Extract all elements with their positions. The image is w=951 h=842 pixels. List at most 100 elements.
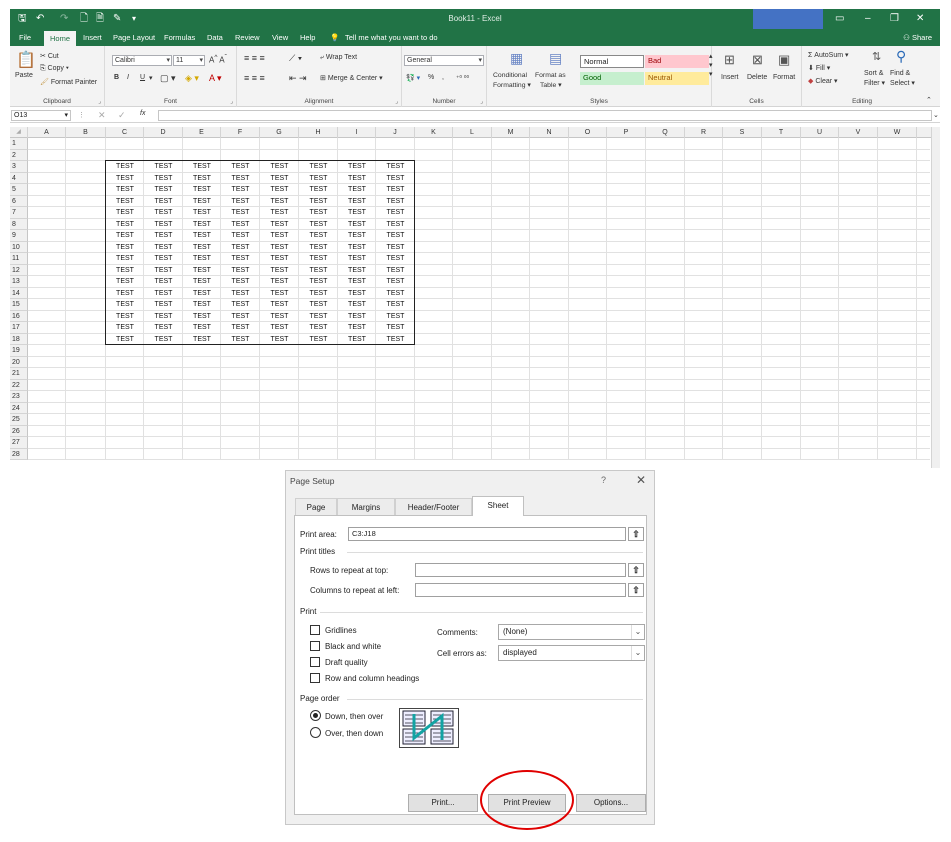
column-header[interactable]: Q: [646, 127, 685, 138]
column-header[interactable]: T: [762, 127, 801, 138]
font-name-select[interactable]: Calibri ▾: [112, 55, 172, 66]
format-as-table-button[interactable]: Format as: [535, 72, 566, 79]
clear-button[interactable]: ◆ Clear ▾: [808, 77, 838, 85]
tab-data[interactable]: Data: [207, 33, 223, 42]
dialog-close-button[interactable]: ✕: [636, 473, 646, 487]
style-neutral[interactable]: Neutral: [645, 72, 709, 85]
comma-button[interactable]: ,: [442, 74, 444, 81]
insert-button[interactable]: Insert: [721, 74, 739, 81]
row-header[interactable]: 17: [10, 322, 28, 334]
expand-formula-icon[interactable]: ⌄: [933, 111, 939, 119]
row-header[interactable]: 3: [10, 161, 28, 173]
tab-margins[interactable]: Margins: [337, 498, 395, 515]
print-button[interactable]: Print...: [408, 794, 478, 812]
top-align-icon[interactable]: ≡ ≡ ≡: [244, 53, 265, 63]
column-header[interactable]: V: [839, 127, 878, 138]
font-size-select[interactable]: 11 ▾: [173, 55, 205, 66]
column-header[interactable]: O: [569, 127, 607, 138]
format-painter-button[interactable]: 🖌 Format Painter: [40, 78, 97, 86]
select-all-corner[interactable]: ◢: [10, 127, 28, 138]
column-header[interactable]: E: [183, 127, 221, 138]
account-box[interactable]: [753, 9, 823, 29]
style-good[interactable]: Good: [580, 72, 644, 85]
print-icon[interactable]: 🗎: [96, 13, 104, 25]
tell-me-box[interactable]: Tell me what you want to do: [345, 33, 438, 42]
italic-button[interactable]: I: [127, 74, 129, 81]
cols-repeat-collapse-icon[interactable]: ⇧: [628, 583, 644, 597]
cancel-entry-icon[interactable]: ✕: [98, 110, 106, 121]
column-header[interactable]: H: [299, 127, 338, 138]
row-header[interactable]: 24: [10, 402, 28, 414]
underline-button[interactable]: U: [140, 74, 145, 81]
sort-filter-button[interactable]: Sort &: [864, 70, 883, 77]
row-header[interactable]: 28: [10, 448, 28, 460]
row-header[interactable]: 6: [10, 195, 28, 207]
tab-page[interactable]: Page: [295, 498, 337, 515]
row-header[interactable]: 26: [10, 425, 28, 437]
comments-select[interactable]: (None) ⌄: [498, 624, 645, 640]
column-header[interactable]: S: [723, 127, 762, 138]
column-header[interactable]: N: [530, 127, 569, 138]
clipboard-launcher-icon[interactable]: ⌟: [98, 98, 101, 105]
column-header[interactable]: P: [607, 127, 646, 138]
indent-icon[interactable]: ⇤ ⇥: [289, 73, 307, 84]
print-area-collapse-icon[interactable]: ⇧: [628, 527, 644, 541]
row-header[interactable]: 21: [10, 368, 28, 380]
number-format-select[interactable]: General ▾: [404, 55, 484, 66]
find-icon[interactable]: ⚲: [896, 48, 906, 65]
row-header[interactable]: 23: [10, 391, 28, 403]
column-header[interactable]: U: [801, 127, 839, 138]
paste-icon[interactable]: 📋: [16, 50, 36, 70]
row-header[interactable]: 7: [10, 207, 28, 219]
tab-insert[interactable]: Insert: [83, 33, 102, 42]
options-button[interactable]: Options...: [576, 794, 646, 812]
column-header[interactable]: L: [453, 127, 492, 138]
rows-repeat-input[interactable]: [415, 563, 626, 577]
conditional-formatting-icon[interactable]: ▦: [510, 50, 523, 67]
rows-repeat-collapse-icon[interactable]: ⇧: [628, 563, 644, 577]
column-header[interactable]: I: [338, 127, 376, 138]
column-header[interactable]: R: [685, 127, 723, 138]
row-header[interactable]: 1: [10, 138, 28, 150]
number-launcher-icon[interactable]: ⌟: [480, 98, 483, 105]
delete-button[interactable]: Delete: [747, 74, 767, 81]
tab-page-layout[interactable]: Page Layout: [113, 33, 155, 42]
undo-icon[interactable]: ↶: [36, 13, 44, 25]
tab-formulas[interactable]: Formulas: [164, 33, 195, 42]
format-cells-icon[interactable]: ▣: [778, 52, 790, 68]
collapse-ribbon-icon[interactable]: ⌃: [926, 96, 932, 104]
fill-button[interactable]: ⬇ Fill ▾: [808, 64, 830, 72]
merge-center-button[interactable]: ⊞ Merge & Center ▾: [320, 74, 383, 82]
bold-button[interactable]: B: [114, 74, 119, 81]
column-header[interactable]: K: [415, 127, 453, 138]
grow-font-icon[interactable]: A^ Aˇ: [209, 54, 227, 65]
font-launcher-icon[interactable]: ⌟: [230, 98, 233, 105]
decimal-icon[interactable]: ⁺⁰ ⁰⁰: [456, 74, 469, 82]
row-header[interactable]: 19: [10, 345, 28, 357]
draft-quality-checkbox[interactable]: [310, 657, 320, 667]
insert-function-button[interactable]: fx: [140, 110, 145, 117]
row-header[interactable]: 15: [10, 299, 28, 311]
alignment-launcher-icon[interactable]: ⌟: [395, 98, 398, 105]
row-header[interactable]: 11: [10, 253, 28, 265]
accounting-icon[interactable]: 💱 ▾: [406, 74, 420, 82]
close-icon[interactable]: ✕: [916, 13, 924, 24]
ribbon-display-icon[interactable]: ▭: [835, 13, 844, 24]
copy-button[interactable]: ⎘ Copy ▾: [40, 65, 69, 73]
formula-input[interactable]: [158, 110, 932, 121]
row-header[interactable]: 27: [10, 437, 28, 449]
row-header[interactable]: 22: [10, 379, 28, 391]
autosum-button[interactable]: Σ AutoSum ▾: [808, 51, 849, 59]
tab-file[interactable]: File: [19, 33, 31, 42]
format-button[interactable]: Format: [773, 74, 795, 81]
row-header[interactable]: 12: [10, 264, 28, 276]
row-header[interactable]: 14: [10, 287, 28, 299]
row-col-headings-checkbox[interactable]: [310, 673, 320, 683]
sort-filter-icon[interactable]: ⇅: [872, 50, 881, 63]
format-painter-qa-icon[interactable]: ✎: [113, 13, 121, 25]
borders-icon[interactable]: ▢ ▾: [160, 73, 176, 84]
print-area-input[interactable]: C3:J18: [348, 527, 626, 541]
tab-home[interactable]: Home: [44, 31, 77, 46]
share-button[interactable]: ⚇ Share: [903, 33, 932, 42]
paste-button[interactable]: Paste: [15, 72, 33, 79]
